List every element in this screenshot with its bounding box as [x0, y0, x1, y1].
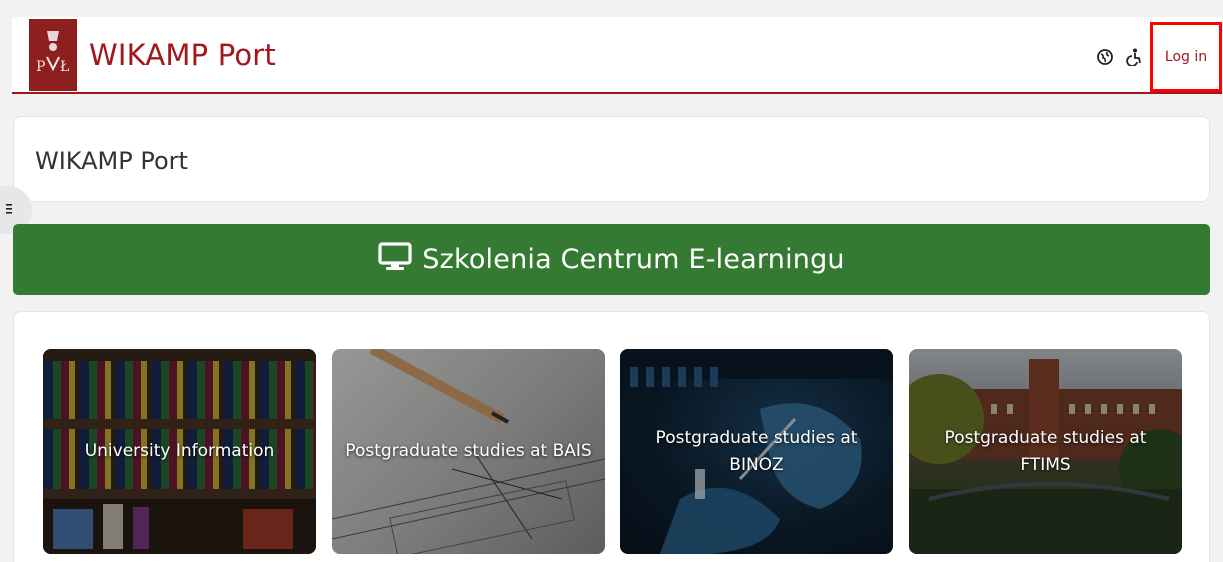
- category-list: University Information Postgraduate stud…: [13, 311, 1210, 562]
- banner-label: Szkolenia Centrum E-learningu: [422, 244, 845, 275]
- page-title: WIKAMP Port: [35, 147, 188, 175]
- monitor-icon: [378, 242, 412, 277]
- category-label: University Information: [84, 441, 275, 461]
- category-tile-binoz[interactable]: Postgraduate studies at BINOZ: [620, 349, 893, 554]
- svg-text:Ł: Ł: [60, 59, 70, 75]
- svg-text:P: P: [36, 59, 45, 75]
- login-highlight: Log in: [1150, 22, 1222, 92]
- page: P Ł WIKAMP Port Log in WIKAMP Port Szkol…: [0, 0, 1223, 562]
- category-tile-ftims[interactable]: Postgraduate studies at FTIMS: [909, 349, 1182, 554]
- navbar: P Ł WIKAMP Port Log in: [12, 17, 1222, 94]
- login-link[interactable]: Log in: [1165, 49, 1207, 65]
- category-label: Postgraduate studies at FTIMS: [944, 427, 1147, 475]
- category-label: Postgraduate studies at BINOZ: [655, 427, 858, 475]
- university-crest-logo[interactable]: P Ł: [29, 19, 77, 91]
- site-name[interactable]: WIKAMP Port: [89, 38, 276, 72]
- globe-icon[interactable]: [1096, 48, 1114, 66]
- category-tile-bais[interactable]: Postgraduate studies at BAIS: [332, 349, 605, 554]
- category-tile-university-information[interactable]: University Information: [43, 349, 316, 554]
- category-label: Postgraduate studies at BAIS: [345, 441, 592, 461]
- accessibility-icon[interactable]: [1125, 48, 1143, 66]
- page-header: WIKAMP Port: [13, 116, 1210, 202]
- elearning-banner-button[interactable]: Szkolenia Centrum E-learningu: [13, 224, 1210, 295]
- menu-icon: [6, 201, 14, 219]
